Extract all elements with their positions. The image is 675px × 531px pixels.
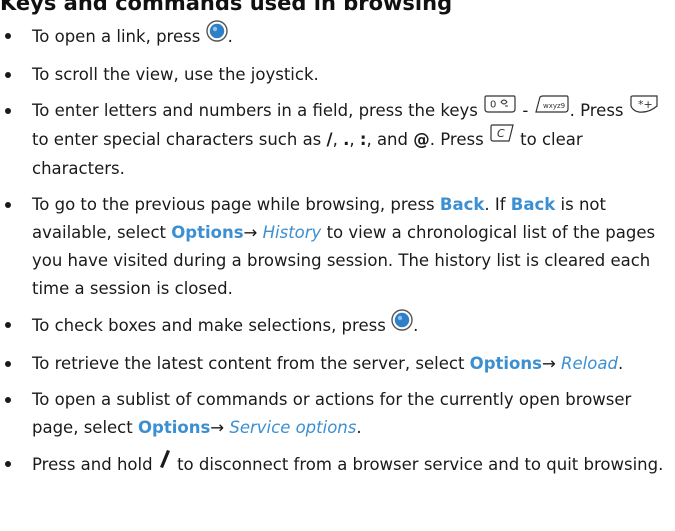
special-char: @ [413,130,430,149]
list-item: To enter letters and numbers in a field,… [0,94,675,183]
item-text: . Press [429,130,484,149]
key-0-label: 0 [490,100,496,111]
item-text: To check boxes and make selections, pres… [32,316,386,335]
joystick-select-icon [391,309,413,340]
bullet-dot [5,361,11,367]
item-text: to disconnect from a browser service and… [177,455,664,474]
key-0-icon: 0 [483,94,517,123]
key-star-label: *+ [638,98,653,111]
bullet-dot [5,33,11,39]
item-text: , [332,130,338,149]
list-item: To scroll the view, use the joystick. [0,61,675,89]
history-command: History [262,223,322,242]
list-item: To open a link, press . [0,20,675,53]
item-text: . [356,418,362,437]
bullet-dot [5,397,11,403]
key-9-label: wxyz9 [543,102,565,110]
item-text: . [227,27,233,46]
bullet-dot [5,108,11,114]
item-text: - [522,101,529,120]
arrow-icon: → [210,418,225,437]
bullet-dot [5,322,11,328]
list-item: To check boxes and make selections, pres… [0,309,675,342]
bullet-dot [5,72,11,78]
bullet-dot [5,202,11,208]
item-text: . [617,354,624,373]
reload-command: Reload [561,354,618,373]
item-text: Press [580,101,624,120]
item-text: . If [484,195,506,214]
section-heading: Keys and commands used in browsing [0,0,453,15]
item-text: Press and hold [32,455,153,474]
joystick-select-icon [205,20,228,51]
list-item: To retrieve the latest content from the … [0,350,675,378]
bullet-list: To open a link, press . To scroll the vi… [0,20,675,489]
item-text: To open a link, press [32,27,201,46]
bullet-dot [5,461,11,467]
item-text: To go to the previous page while browsin… [32,195,435,214]
key-star-icon: *+ [629,94,659,123]
list-item: To go to the previous page while browsin… [0,191,675,303]
list-item: Press and hold to disconnect from a brow… [0,450,675,481]
item-text: To retrieve the latest content from the … [32,354,465,373]
key-clear-icon: C [489,123,515,152]
back-command: Back [439,195,485,214]
list-item: To open a sublist of commands or actions… [0,386,675,442]
back-command: Back [510,195,556,214]
service-options-command: Service options [229,418,357,437]
options-command: Options [171,223,244,242]
item-text: . [413,316,419,335]
item-text: to enter special characters such as [32,130,322,149]
options-command: Options [469,354,542,373]
item-text: To enter letters and numbers in a field,… [32,101,478,120]
item-text: , [349,130,355,149]
arrow-icon: → [243,223,258,242]
item-text: . [569,101,575,120]
options-command: Options [137,418,211,437]
arrow-icon: → [541,354,556,373]
key-clear-label: C [497,127,505,140]
item-text: To scroll the view, use the joystick. [32,65,319,84]
item-text: , and [366,130,408,149]
key-9-icon: wxyz9 [534,94,570,123]
end-call-key-icon [158,448,172,479]
